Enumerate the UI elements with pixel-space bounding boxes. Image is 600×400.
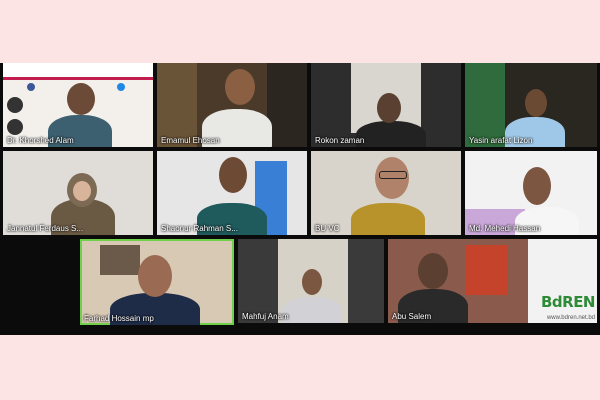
banner-icon-messenger	[117, 83, 125, 91]
participant-tile[interactable]: Yasin arafat Lizon	[465, 63, 597, 147]
participant-name: Shaonur Rahman S...	[161, 224, 238, 233]
participant-tile[interactable]: Mahfuj Anam	[238, 239, 384, 323]
participant-tile[interactable]: BdREN www.bdren.net.bd Abu Salem	[388, 239, 597, 323]
participant-name: BU VC	[315, 224, 340, 233]
participant-tile[interactable]: Shaonur Rahman S...	[157, 151, 307, 235]
participant-tile[interactable]: Dr. Khorshed Alam	[3, 63, 153, 147]
participant-name: Jannatul Ferdaus S...	[7, 224, 84, 233]
participant-name: Abu Salem	[392, 312, 432, 321]
participant-tile[interactable]: BU VC	[311, 151, 461, 235]
participant-name: Emamul Ehosan	[161, 136, 220, 145]
bdren-logo: BdREN	[540, 293, 596, 311]
event-banner	[3, 63, 153, 147]
participant-tile-active-speaker[interactable]: Farhad Hossain mp	[80, 239, 234, 325]
participant-name: Md. Mehedi Hassan	[469, 224, 541, 233]
participant-tile[interactable]: Md. Mehedi Hassan	[465, 151, 597, 235]
bdren-url: www.bdren.net.bd	[546, 315, 595, 321]
participant-tile[interactable]: Emamul Ehosan	[157, 63, 307, 147]
participant-tile[interactable]: Jannatul Ferdaus S...	[3, 151, 153, 235]
participant-name: Mahfuj Anam	[242, 312, 289, 321]
video-call-gallery: Dr. Khorshed Alam Emamul Ehosan Rokon za…	[0, 63, 600, 335]
participant-name: Dr. Khorshed Alam	[7, 136, 74, 145]
banner-icon-facebook	[27, 83, 35, 91]
participant-name: Yasin arafat Lizon	[469, 136, 533, 145]
participant-tile[interactable]: Rokon zaman	[311, 63, 461, 147]
participant-name: Farhad Hossain mp	[84, 314, 154, 323]
participant-name: Rokon zaman	[315, 136, 365, 145]
